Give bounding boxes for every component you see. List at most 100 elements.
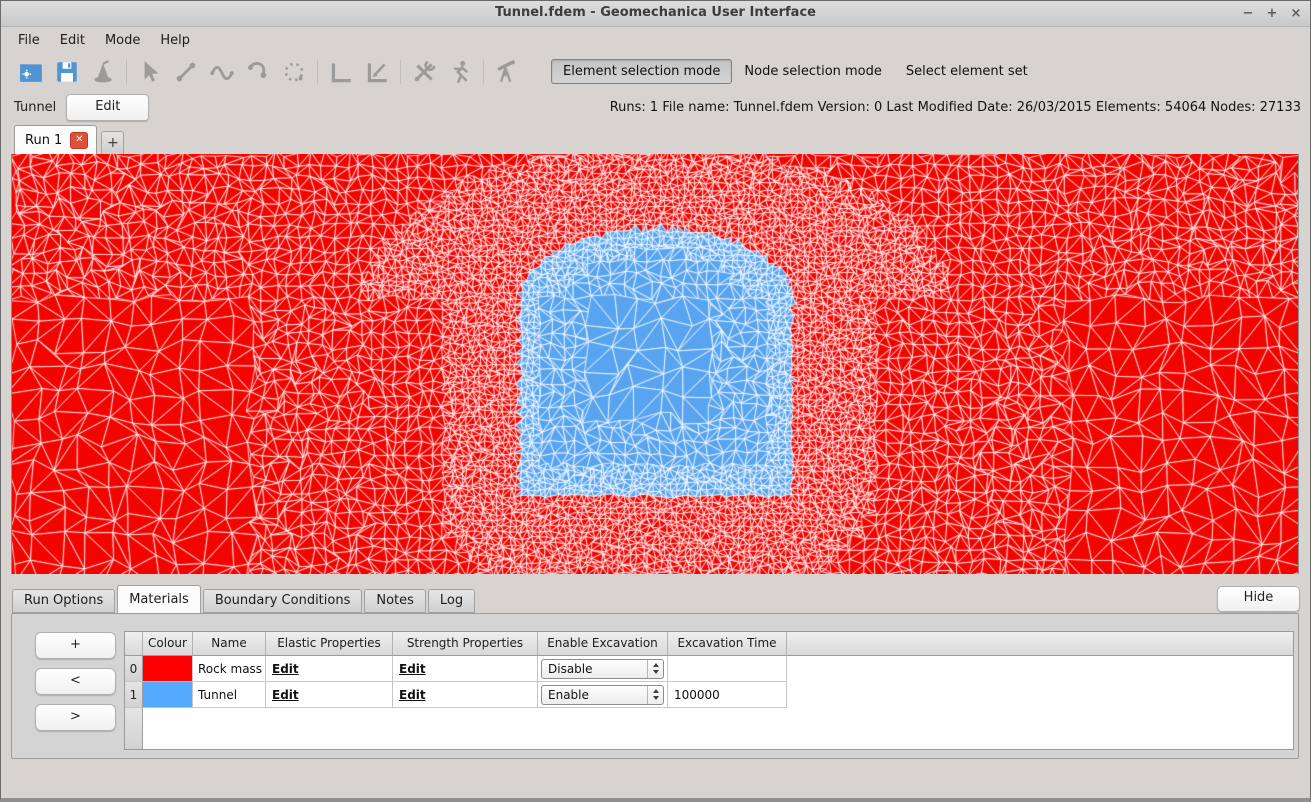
menu-item-edit[interactable]: Edit (50, 30, 95, 51)
wave-tool-icon (209, 59, 235, 85)
column-header-colour: Colour (143, 632, 193, 656)
open-icon (18, 59, 44, 85)
column-header-enable-excavation: Enable Excavation (538, 632, 668, 656)
selection-mode-buttons: Element selection modeNode selection mod… (525, 59, 1040, 84)
maximize-button[interactable]: + (1266, 1, 1278, 26)
column-header-strength-properties: Strength Properties (393, 632, 538, 656)
strength-properties-edit-link[interactable]: Edit (393, 682, 538, 708)
model-name-label: Tunnel (14, 100, 56, 115)
elastic-properties-edit-link[interactable]: Edit (266, 656, 393, 682)
tab-run-options[interactable]: Run Options (12, 589, 115, 613)
run-button[interactable] (442, 57, 478, 87)
window-title: Tunnel.fdem - Geomechanica User Interfac… (495, 5, 816, 20)
app-window: Tunnel.fdem - Geomechanica User Interfac… (0, 0, 1311, 802)
mesh-viewport (11, 154, 1299, 574)
toolbar-separator (126, 60, 127, 84)
curve-tool-button[interactable] (240, 57, 276, 87)
bottom-tab-bar: Run OptionsMaterialsBoundary ConditionsN… (12, 586, 477, 613)
name-cell[interactable]: Tunnel (193, 682, 266, 708)
strength-properties-edit-link[interactable]: Edit (393, 656, 538, 682)
tools-button[interactable] (406, 57, 442, 87)
row-index: 0 (125, 656, 143, 682)
row-index: 1 (125, 682, 143, 708)
menu-bar: FileEditModeHelp (1, 27, 1310, 53)
model-bar: Tunnel Edit Runs: 1 File name: Tunnel.fd… (1, 90, 1310, 124)
materials-table-header: ColourNameElastic PropertiesStrength Pro… (125, 632, 1293, 656)
next-material-button[interactable]: > (35, 704, 116, 731)
run-tab-bar: Run 1 ✕ + (1, 124, 1310, 155)
tools-icon (411, 59, 437, 85)
colour-swatch (143, 682, 192, 707)
window-controls: − + × (1242, 1, 1302, 26)
run-tab-label: Run 1 (25, 133, 62, 148)
lasso-tool-icon (281, 59, 307, 85)
curve-tool-icon (245, 59, 271, 85)
title-bar[interactable]: Tunnel.fdem - Geomechanica User Interfac… (1, 1, 1310, 27)
material-list-buttons: + < > (35, 632, 116, 731)
table-row: 0Rock massEditEditDisable (125, 656, 1293, 682)
select-cursor-button[interactable] (132, 57, 168, 87)
toolbar: Element selection modeNode selection mod… (1, 53, 1310, 90)
tab-notes[interactable]: Notes (364, 589, 426, 613)
column-header-filler (787, 632, 1293, 656)
colour-swatch (143, 656, 192, 681)
spinner-up-icon (653, 663, 659, 667)
toolbar-separator (400, 60, 401, 84)
excavation-cell: Disable (538, 656, 668, 682)
add-run-tab-button[interactable]: + (101, 131, 124, 155)
excavation-time-cell[interactable] (668, 656, 787, 682)
add-material-button[interactable]: + (35, 632, 116, 659)
menu-item-mode[interactable]: Mode (95, 30, 150, 51)
menu-item-file[interactable]: File (8, 30, 50, 51)
tab-boundary-conditions[interactable]: Boundary Conditions (203, 589, 363, 613)
tab-materials[interactable]: Materials (117, 585, 201, 613)
tab-log[interactable]: Log (428, 589, 475, 613)
materials-panel: + < > ColourNameElastic PropertiesStrength… (11, 613, 1299, 759)
minimize-button[interactable]: − (1242, 1, 1254, 26)
mode-button-select-element-set[interactable]: Select element set (894, 59, 1040, 84)
hide-panel-button[interactable]: Hide (1217, 586, 1300, 612)
save-icon (54, 59, 80, 85)
axes-arrow-icon (364, 59, 390, 85)
axes-arrow-button[interactable] (359, 57, 395, 87)
menu-item-help[interactable]: Help (150, 30, 200, 51)
spinner-up-icon (653, 689, 659, 693)
column-header-excavation-time: Excavation Time (668, 632, 787, 656)
close-button[interactable]: × (1290, 1, 1302, 26)
excavation-cell: Enable (538, 682, 668, 708)
preview-telescope-icon (494, 59, 520, 85)
excavation-time-cell[interactable]: 100000 (668, 682, 787, 708)
cone-tool-button[interactable] (85, 57, 121, 87)
column-header-name: Name (193, 632, 266, 656)
colour-cell[interactable] (143, 682, 193, 708)
prev-material-button[interactable]: < (35, 668, 116, 695)
model-status-text: Runs: 1 File name: Tunnel.fdem Version: … (610, 100, 1301, 115)
enable-excavation-spinner[interactable]: Enable (541, 685, 664, 705)
enable-excavation-spinner[interactable]: Disable (541, 659, 664, 679)
spinner-down-icon (653, 670, 659, 674)
mesh-canvas[interactable] (12, 154, 1298, 574)
lasso-tool-button[interactable] (276, 57, 312, 87)
wave-tool-button[interactable] (204, 57, 240, 87)
spinner-arrows-icon[interactable] (647, 686, 663, 704)
axes-button[interactable] (323, 57, 359, 87)
mode-button-element-selection-mode[interactable]: Element selection mode (551, 59, 732, 84)
name-cell[interactable]: Rock mass (193, 656, 266, 682)
save-button[interactable] (49, 57, 85, 87)
open-button[interactable] (13, 57, 49, 87)
row-gutter-filler (125, 708, 143, 749)
mode-button-node-selection-mode[interactable]: Node selection mode (732, 59, 894, 84)
tab-close-icon[interactable]: ✕ (70, 132, 88, 149)
cone-tool-icon (90, 59, 116, 85)
colour-cell[interactable] (143, 656, 193, 682)
joint-tool-button[interactable] (168, 57, 204, 87)
spinner-arrows-icon[interactable] (647, 660, 663, 678)
model-edit-button[interactable]: Edit (66, 94, 149, 121)
axes-icon (328, 59, 354, 85)
select-cursor-icon (137, 59, 163, 85)
preview-button[interactable] (489, 57, 525, 87)
elastic-properties-edit-link[interactable]: Edit (266, 682, 393, 708)
toolbar-separator (317, 60, 318, 84)
run-tab[interactable]: Run 1 ✕ (14, 125, 97, 155)
materials-table-body: 0Rock massEditEditDisable1TunnelEditEdit… (125, 656, 1293, 708)
